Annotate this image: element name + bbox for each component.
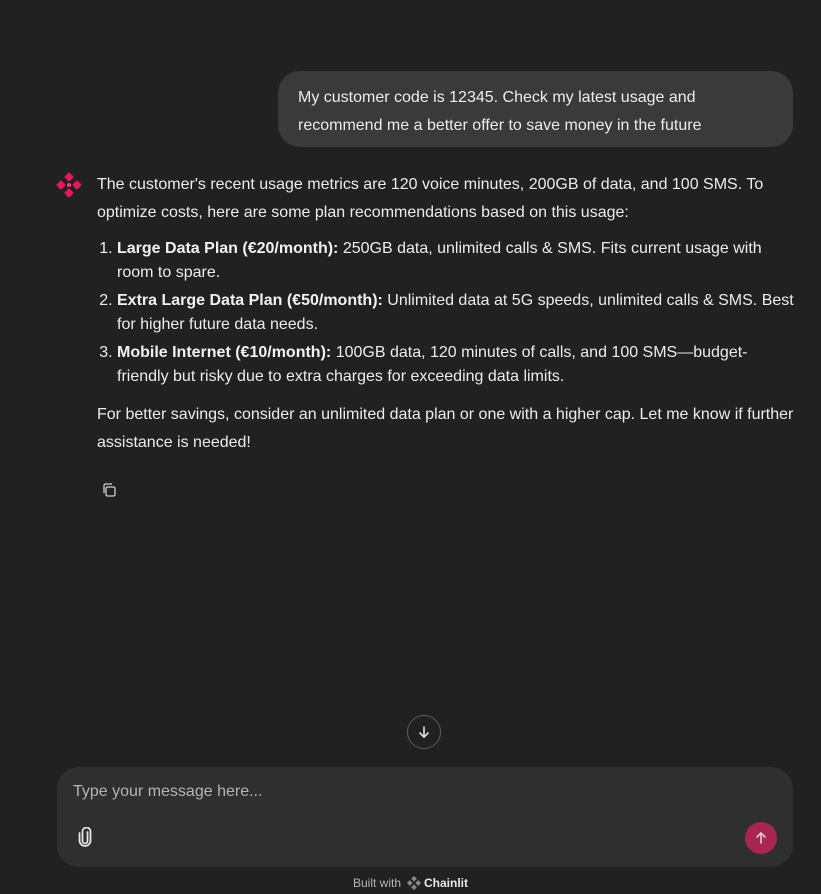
- plan-list: Large Data Plan (€20/month): 250GB data,…: [97, 237, 797, 389]
- assistant-intro: The customer's recent usage metrics are …: [97, 176, 764, 221]
- plan-title: Mobile Internet (€10/month):: [117, 344, 332, 361]
- scroll-to-bottom-button[interactable]: [407, 715, 441, 749]
- chainlit-brand-icon: [407, 876, 422, 890]
- user-message-bubble: My customer code is 12345. Check my late…: [278, 71, 793, 147]
- user-message-text: My customer code is 12345. Check my late…: [298, 89, 702, 134]
- arrow-up-icon: [756, 832, 766, 844]
- send-button[interactable]: [745, 822, 777, 854]
- built-with-label: Built with: [352, 876, 402, 890]
- paperclip-icon: [78, 827, 92, 847]
- chainlit-logo-icon: [56, 172, 82, 198]
- plan-title: Extra Large Data Plan (€50/month):: [117, 292, 383, 309]
- plan-item: Large Data Plan (€20/month): 250GB data,…: [117, 237, 797, 285]
- plan-title: Large Data Plan (€20/month):: [117, 240, 339, 257]
- message-composer: [57, 767, 793, 867]
- built-with-footer[interactable]: Built with Chainlit: [0, 874, 821, 892]
- chat-page: My customer code is 12345. Check my late…: [0, 0, 821, 894]
- assistant-message: The customer's recent usage metrics are …: [97, 171, 797, 457]
- plan-item: Extra Large Data Plan (€50/month): Unlim…: [117, 289, 797, 337]
- copy-button[interactable]: [98, 479, 120, 501]
- chainlit-brand-name: Chainlit: [424, 876, 469, 890]
- message-input[interactable]: [73, 779, 773, 805]
- arrow-down-icon: [419, 726, 429, 738]
- assistant-closing: For better savings, consider an unlimite…: [97, 406, 794, 451]
- plan-item: Mobile Internet (€10/month): 100GB data,…: [117, 341, 797, 389]
- attach-file-button[interactable]: [74, 825, 96, 849]
- copy-icon: [103, 483, 116, 497]
